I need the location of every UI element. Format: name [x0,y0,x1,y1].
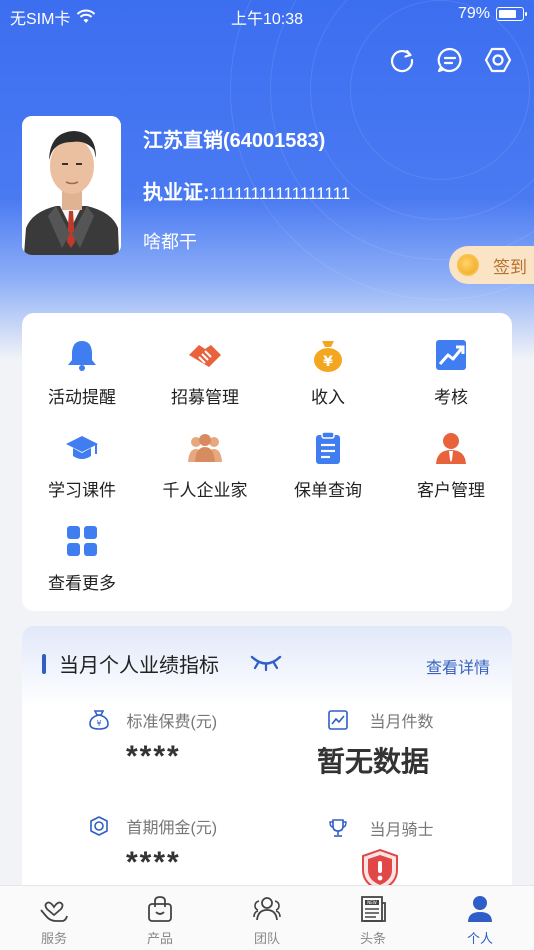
stat-value: **** [126,740,181,773]
performance-title: 当月个人业绩指标 [59,655,219,677]
menu-label: 千人企业家 [162,481,248,500]
menu-label: 保单查询 [294,481,362,500]
stat-standard-premium: ¥ 标准保费(元) **** [88,708,217,774]
tab-label: 服务 [40,931,67,946]
license-label: 执业证: [143,182,210,204]
signin-label: 签到 [493,257,527,277]
stat-label: 首期佣金(元) [126,820,218,837]
menu-label: 活动提醒 [48,388,116,407]
heart-hand-icon [40,901,68,922]
trend-chart-icon [436,340,466,370]
tab-label: 团队 [253,931,280,946]
menu-item-courseware[interactable]: 学习课件 [22,430,142,501]
eye-closed-icon[interactable] [250,652,282,672]
avatar[interactable] [22,116,121,255]
stat-label: 标准保费(元) [126,714,218,731]
battery-percent: 79% [457,5,490,22]
chart-box-icon [328,710,348,730]
coin-outline-icon [90,816,108,836]
handshake-icon [189,345,221,367]
menu-item-customer-management[interactable]: 客户管理 [391,430,511,501]
profile-name: 江苏直销(64001583) [143,130,326,152]
tab-label: 个人 [466,931,493,946]
battery-icon [496,7,527,21]
bell-icon [68,341,96,371]
tab-label: 头条 [359,931,386,946]
bottom-tab-bar: 服务 产品 团队 NEW 头条 个人 [0,885,534,950]
status-bar: 无SIM卡 上午10:38 79% [0,0,534,30]
coin-icon [457,254,479,276]
shopping-bag-icon [148,896,172,922]
newspaper-icon: NEW [361,896,386,922]
feature-menu: 活动提醒 招募管理 ¥ 收入 考核 学习课件 千人企业家 保单查询 客户管理 查… [22,313,512,611]
grid-icon [67,526,97,556]
refresh-icon[interactable] [388,46,416,74]
svg-text:¥: ¥ [96,719,101,728]
stat-first-commission: 首期佣金(元) **** [88,814,217,880]
settings-icon[interactable] [484,46,512,74]
stat-monthly-knight: 当月骑士 [327,816,433,840]
tab-team[interactable]: 团队 [227,894,307,947]
money-bag-icon: ¥ [314,341,342,372]
stat-value: **** [126,846,181,879]
tab-personal[interactable]: 个人 [440,894,520,947]
signin-button[interactable]: 签到 [449,246,534,284]
status-time: 上午10:38 [230,11,304,28]
menu-item-recruitment[interactable]: 招募管理 [145,337,265,408]
menu-item-policy-query[interactable]: 保单查询 [268,430,388,501]
tab-headlines[interactable]: NEW 头条 [333,894,413,947]
menu-label: 学习课件 [48,481,116,500]
message-icon[interactable] [436,46,464,74]
tab-products[interactable]: 产品 [120,894,200,947]
menu-label: 收入 [311,388,345,407]
title-accent-bar [42,654,46,674]
group-icon [188,434,222,462]
tab-service[interactable]: 服务 [14,894,94,947]
menu-label: 招募管理 [171,388,239,407]
stat-monthly-count: 当月件数 暂无数据 [317,708,434,780]
clipboard-icon [316,431,340,464]
view-details-link[interactable]: 查看详情 [426,654,490,678]
team-icon [253,897,281,921]
menu-label: 查看更多 [48,574,116,593]
stat-label: 当月骑士 [369,822,434,839]
menu-label: 考核 [434,388,468,407]
graduation-cap-icon [66,436,98,459]
stat-label: 当月件数 [369,714,434,731]
trophy-icon [329,819,347,837]
menu-item-activity-reminder[interactable]: 活动提醒 [22,337,142,408]
menu-item-assessment[interactable]: 考核 [391,337,511,408]
menu-item-income[interactable]: ¥ 收入 [268,337,388,408]
svg-text:NEW: NEW [367,900,377,905]
person-icon [468,896,492,922]
profile-motto: 啥都干 [143,232,197,252]
money-bag-outline-icon: ¥ [89,710,109,730]
tab-label: 产品 [146,931,173,946]
menu-item-view-more[interactable]: 查看更多 [22,523,142,594]
license-info: 执业证:11111111111111111 [143,176,350,205]
menu-label: 客户管理 [417,481,485,500]
customer-icon [436,433,466,464]
svg-text:¥: ¥ [323,354,333,370]
stat-value: 暂无数据 [317,746,430,777]
performance-card: 当月个人业绩指标 查看详情 ¥ 标准保费(元) **** 当月件数 暂无数据 首… [22,626,512,896]
menu-item-entrepreneurs[interactable]: 千人企业家 [145,430,265,501]
license-number: 11111111111111111 [209,184,351,203]
